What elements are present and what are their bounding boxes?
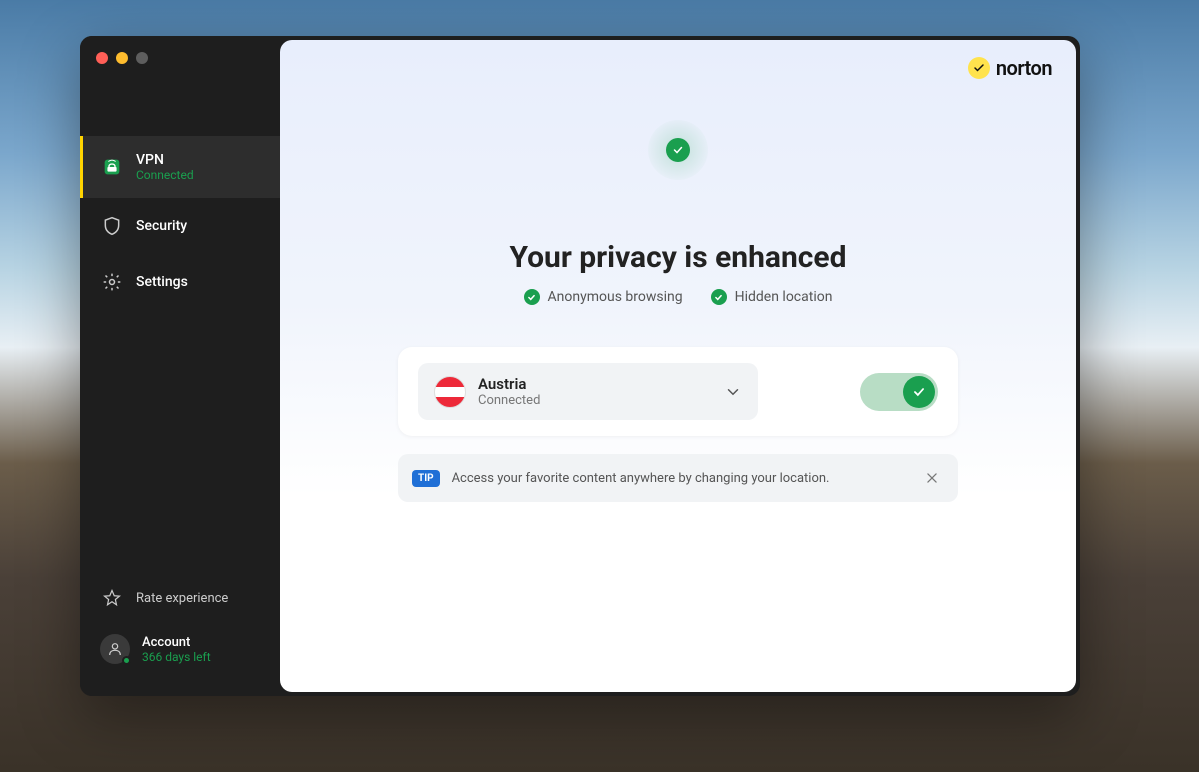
sidebar-item-label: Settings	[136, 274, 188, 290]
brand-name: norton	[996, 56, 1052, 80]
account-button[interactable]: Account 366 days left	[80, 622, 280, 676]
feature-label: Anonymous browsing	[548, 289, 683, 305]
sidebar-item-sublabel: Connected	[136, 168, 194, 182]
close-window-button[interactable]	[96, 52, 108, 64]
sidebar-item-label: VPN	[136, 152, 194, 168]
feature-hidden-location: Hidden location	[711, 289, 833, 305]
feature-list: Anonymous browsing Hidden location	[524, 289, 833, 305]
rate-experience-button[interactable]: Rate experience	[80, 574, 280, 622]
map-check-icon	[666, 138, 690, 162]
vpn-icon	[100, 155, 124, 179]
map-location-indicator	[648, 120, 708, 180]
gear-icon	[100, 270, 124, 294]
minimize-window-button[interactable]	[116, 52, 128, 64]
location-name: Austria	[478, 375, 712, 393]
app-window: VPN Connected Security Settings	[80, 36, 1080, 696]
connection-card: Austria Connected	[398, 347, 958, 436]
maximize-window-button[interactable]	[136, 52, 148, 64]
sidebar-item-vpn[interactable]: VPN Connected	[80, 136, 280, 198]
check-icon	[711, 289, 727, 305]
tip-bar: TIP Access your favorite content anywher…	[398, 454, 958, 502]
window-controls	[96, 52, 148, 64]
tip-badge: TIP	[412, 470, 440, 487]
sidebar-item-label: Security	[136, 218, 187, 234]
vpn-toggle[interactable]	[860, 373, 938, 411]
shield-icon	[100, 214, 124, 238]
toggle-knob	[903, 376, 935, 408]
sidebar-item-settings[interactable]: Settings	[80, 254, 280, 310]
chevron-down-icon	[724, 383, 742, 401]
online-status-dot	[122, 656, 131, 665]
page-title: Your privacy is enhanced	[509, 240, 846, 275]
sidebar-footer: Rate experience Account 366 days left	[80, 574, 280, 696]
account-label: Account	[142, 635, 211, 650]
close-tip-button[interactable]	[920, 466, 944, 490]
user-icon	[100, 634, 130, 664]
austria-flag-icon	[434, 376, 466, 408]
tip-text: Access your favorite content anywhere by…	[452, 471, 908, 486]
brand-logo: norton	[968, 56, 1052, 80]
check-icon	[524, 289, 540, 305]
rate-label: Rate experience	[136, 591, 228, 606]
sidebar: VPN Connected Security Settings	[80, 36, 280, 696]
location-status: Connected	[478, 393, 712, 408]
feature-anonymous-browsing: Anonymous browsing	[524, 289, 683, 305]
main-panel: norton Your privacy is enhanced Anonymou…	[280, 40, 1076, 692]
star-icon	[100, 586, 124, 610]
feature-label: Hidden location	[735, 289, 833, 305]
norton-check-icon	[968, 57, 990, 79]
location-selector[interactable]: Austria Connected	[418, 363, 758, 420]
sidebar-item-security[interactable]: Security	[80, 198, 280, 254]
account-days-left: 366 days left	[142, 650, 211, 664]
